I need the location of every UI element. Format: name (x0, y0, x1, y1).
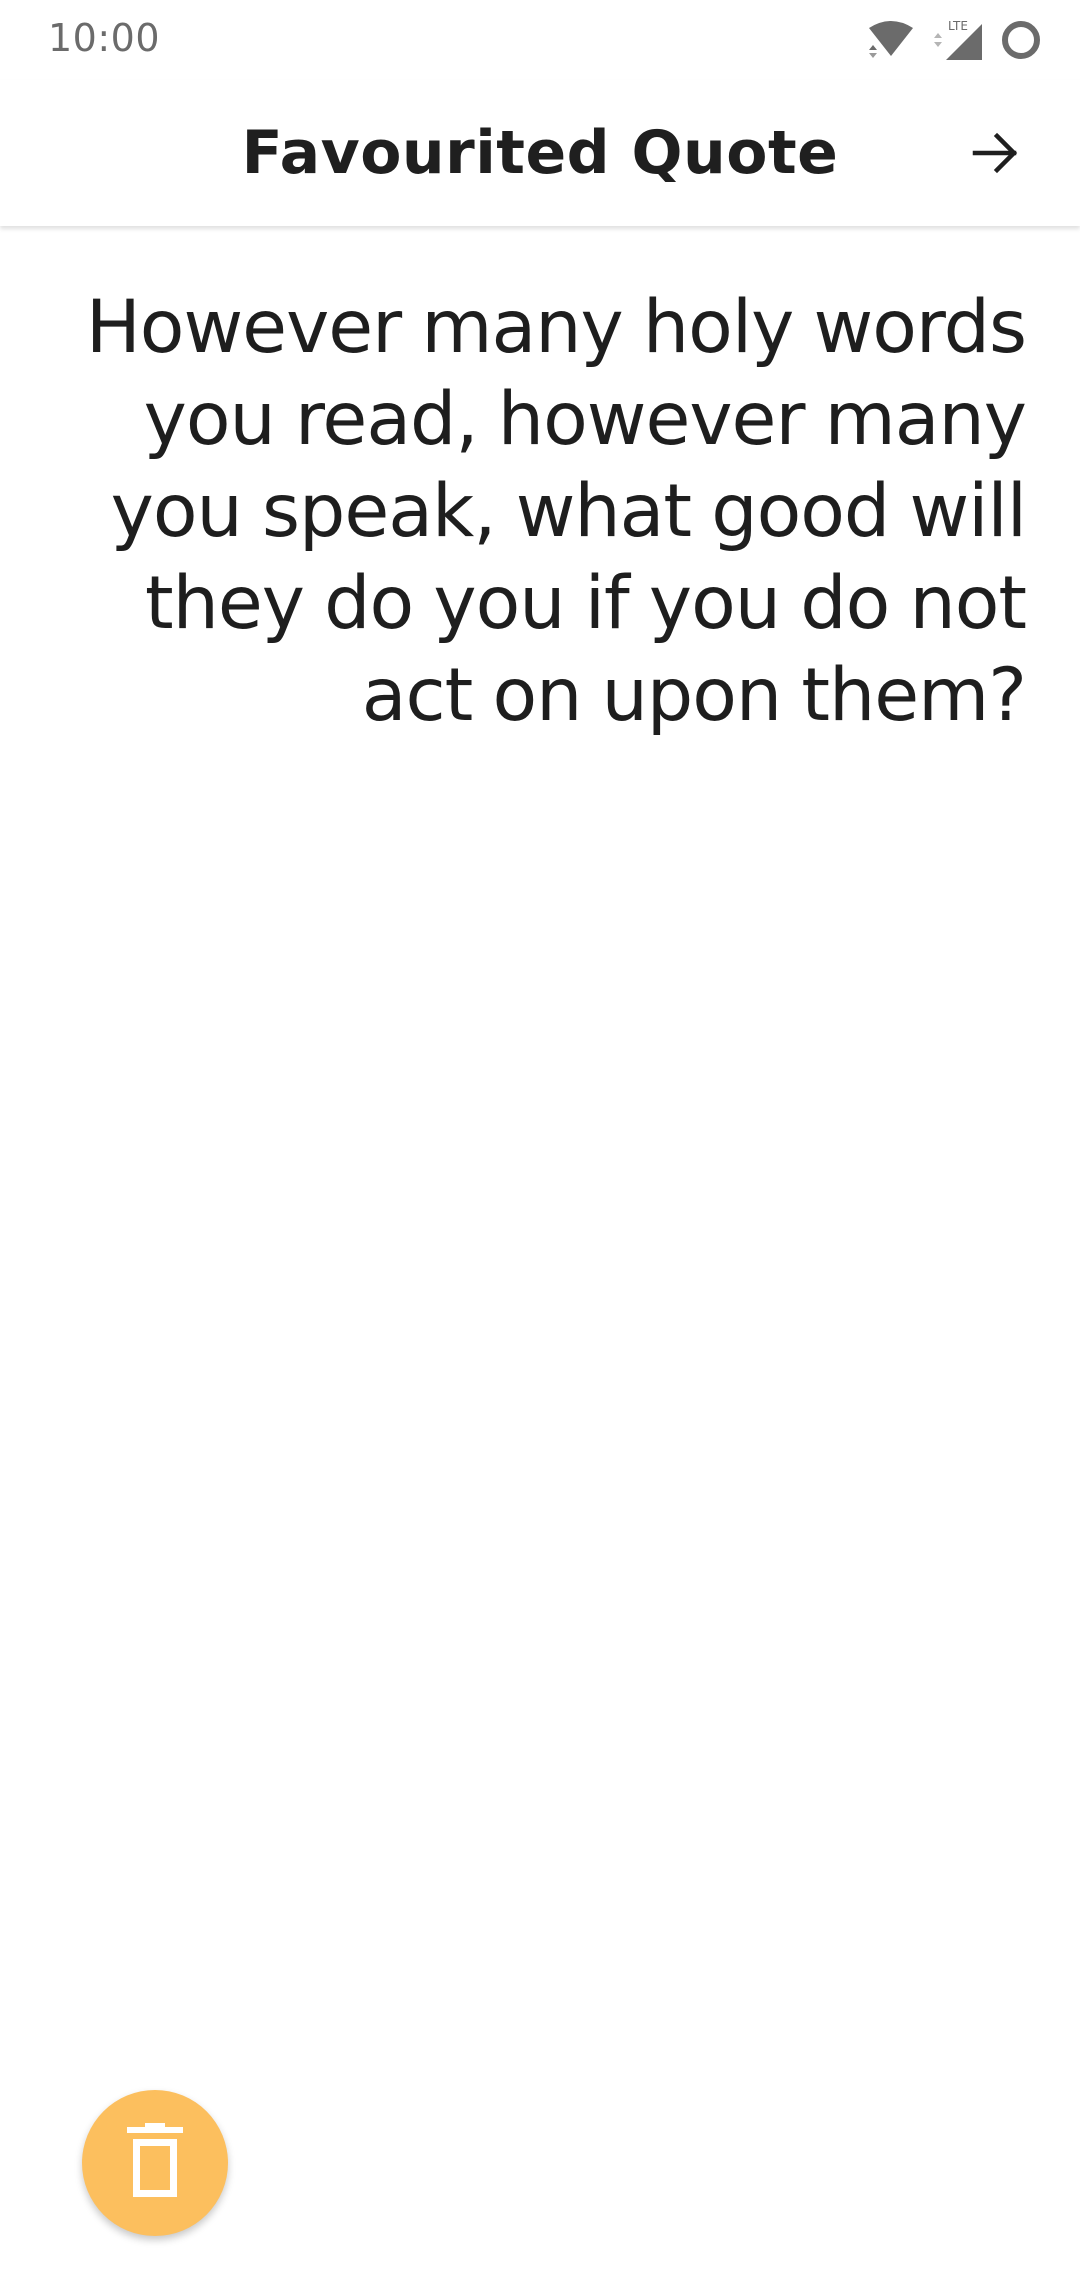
next-quote-button[interactable] (950, 110, 1040, 200)
quote-text: However many holy words you read, howeve… (85, 285, 1027, 738)
arrow-right-icon (970, 128, 1020, 182)
status-bar: 10:00 LTE (0, 0, 1080, 80)
battery-icon (1000, 19, 1042, 61)
status-icons: LTE (866, 18, 1042, 62)
status-time: 10:00 (48, 16, 161, 60)
cell-signal-icon: LTE (930, 18, 986, 62)
app-bar: Favourited Quote (0, 80, 1080, 226)
page-title: Favourited Quote (241, 118, 839, 188)
delete-favourite-button[interactable] (82, 2090, 228, 2236)
favourited-quote-screen: 10:00 LTE Favourited Quote However many … (0, 0, 1080, 2280)
wifi-icon (866, 20, 916, 60)
network-type-label: LTE (948, 19, 968, 33)
trash-icon (125, 2123, 185, 2203)
